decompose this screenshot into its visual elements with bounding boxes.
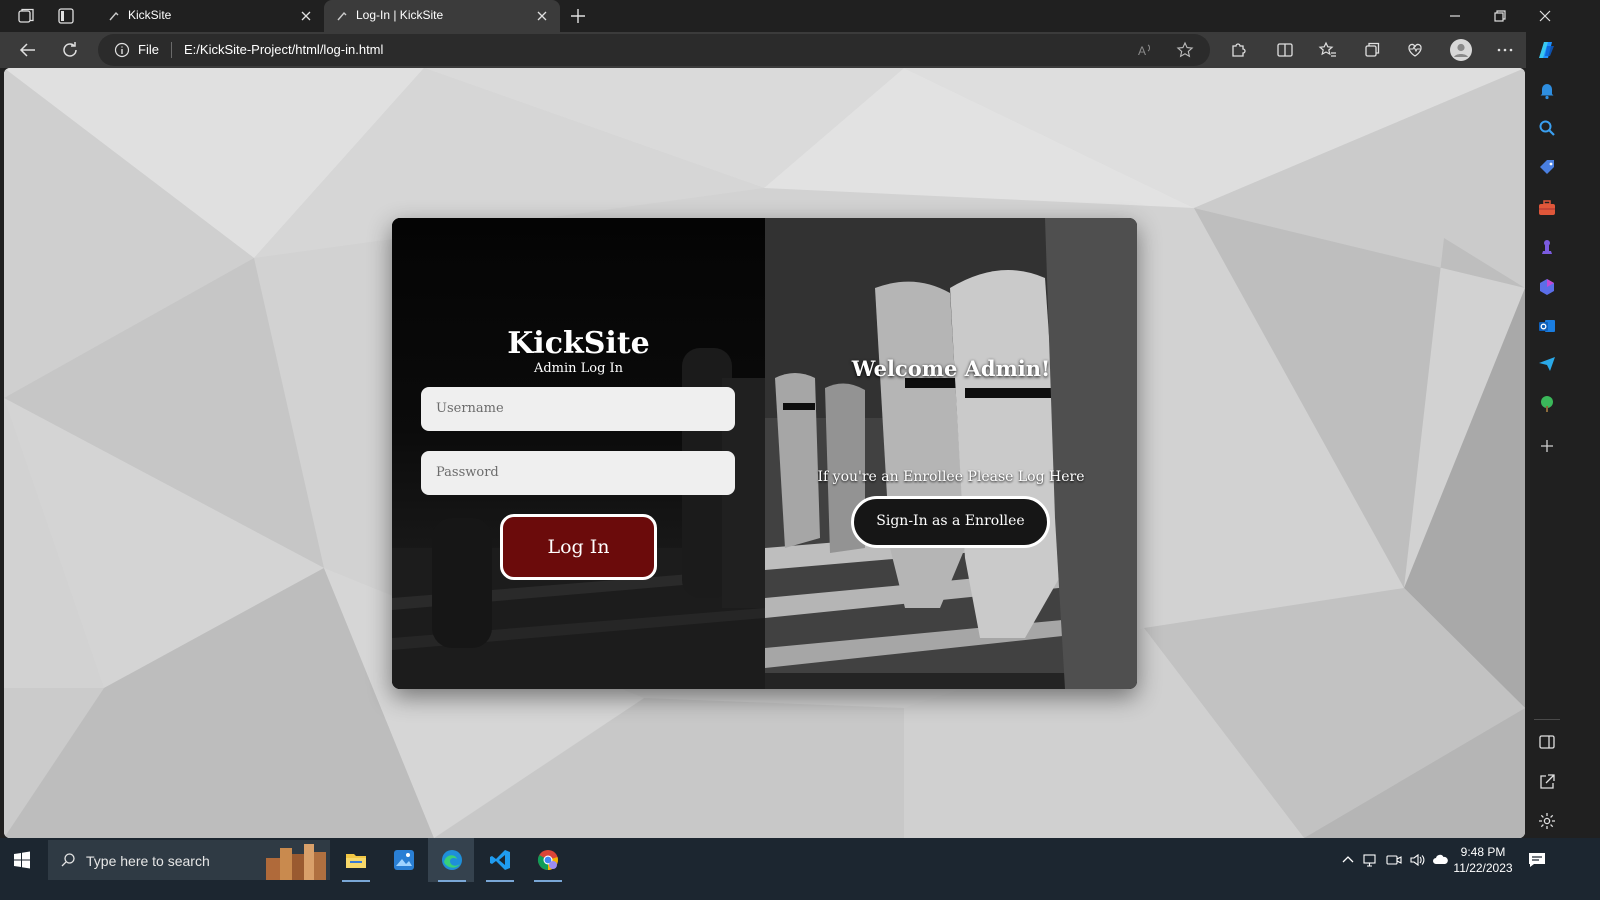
chrome-icon [537, 850, 558, 871]
welcome-heading: Welcome Admin! [851, 356, 1051, 381]
tools-briefcase-icon[interactable] [1537, 198, 1557, 218]
kicksite-favicon-icon [109, 11, 119, 21]
window-edge [1568, 32, 1600, 838]
volume-icon[interactable] [1409, 852, 1425, 868]
file-explorer-icon [346, 854, 366, 868]
svg-text:A: A [1138, 44, 1146, 58]
browser-tab-strip: KickSite Log-In | KickSite [0, 0, 1600, 32]
username-placeholder: Username [436, 401, 504, 416]
profile-avatar-icon[interactable] [1450, 39, 1472, 61]
restore-icon[interactable] [1490, 6, 1510, 26]
tab-log-in-kicksite[interactable]: Log-In | KickSite [324, 0, 560, 32]
clock-time: 9:48 PM [1460, 845, 1506, 859]
username-input[interactable]: Username [421, 387, 735, 431]
admin-login-subtitle: Admin Log In [533, 361, 624, 376]
edge-sidebar [1526, 32, 1568, 838]
address-bar[interactable]: File E:/KickSite-Project/html/log-in.htm… [98, 34, 1210, 66]
shopping-tag-icon[interactable] [1537, 158, 1557, 178]
microsoft-365-icon[interactable] [1537, 277, 1557, 297]
browser-toolbar: File E:/KickSite-Project/html/log-in.htm… [0, 32, 1568, 68]
collections-icon[interactable] [1362, 40, 1382, 60]
games-chess-icon[interactable] [1537, 237, 1557, 257]
clock-date: 11/22/2023 [1453, 861, 1513, 875]
new-tab-icon[interactable] [568, 6, 588, 26]
enrollee-panel: Welcome Admin! If you're an Enrollee Ple… [765, 218, 1137, 689]
taskbar-clock[interactable]: 9:48 PM 11/22/2023 [1446, 844, 1520, 876]
refresh-icon[interactable] [60, 40, 80, 60]
address-divider [171, 42, 172, 58]
drop-send-icon[interactable] [1537, 354, 1557, 374]
extensions-icon[interactable] [1228, 40, 1248, 60]
back-icon[interactable] [18, 40, 38, 60]
running-indicator [342, 880, 370, 882]
show-hidden-icons-chevron-up-icon[interactable] [1340, 852, 1356, 868]
favorites-icon[interactable] [1318, 40, 1338, 60]
tab-title: KickSite [128, 8, 172, 22]
close-tab-icon[interactable] [298, 8, 314, 24]
login-button-label: Log In [547, 536, 610, 558]
taskbar-photos[interactable] [380, 838, 426, 882]
taskbar-chrome[interactable] [524, 838, 570, 882]
workspaces-icon[interactable] [16, 6, 36, 26]
enrollee-prompt: If you're an Enrollee Please Log Here [817, 469, 1085, 485]
tab-actions-icon[interactable] [56, 6, 76, 26]
outlook-icon[interactable] [1537, 316, 1557, 336]
vscode-icon [490, 850, 510, 870]
read-aloud-icon[interactable]: A [1136, 41, 1154, 59]
sidebar-search-icon[interactable] [1537, 118, 1557, 138]
windows-taskbar: Type here to search 9:48 PM 11/22/2023 [0, 838, 1600, 882]
sidebar-settings-gear-icon[interactable] [1537, 811, 1557, 831]
page-viewport: KickSite Admin Log In Username Password … [4, 68, 1525, 838]
close-window-icon[interactable] [1535, 6, 1555, 26]
minimize-icon[interactable] [1445, 6, 1465, 26]
tab-kicksite[interactable]: KickSite [96, 0, 324, 32]
copilot-icon[interactable] [1534, 38, 1558, 62]
enrollee-signin-button[interactable]: Sign-In as a Enrollee [851, 496, 1050, 548]
hide-sidebar-icon[interactable] [1537, 732, 1557, 752]
enrollee-signin-label: Sign-In as a Enrollee [876, 513, 1025, 529]
network-icon[interactable] [1363, 852, 1379, 868]
close-tab-icon[interactable] [534, 8, 550, 24]
more-options-icon[interactable] [1495, 40, 1515, 60]
notification-center-icon[interactable] [1528, 852, 1546, 868]
taskbar-file-explorer[interactable] [332, 838, 378, 882]
url-text[interactable]: E:/KickSite-Project/html/log-in.html [184, 42, 383, 57]
sidebar-divider [1534, 719, 1560, 720]
search-placeholder: Type here to search [86, 853, 210, 869]
site-info-icon[interactable] [114, 42, 130, 58]
karate-class-photo [765, 218, 1137, 689]
taskbar-bottom-strip [0, 882, 1600, 900]
running-indicator [534, 880, 562, 882]
add-sidebar-app-icon[interactable] [1537, 436, 1557, 456]
running-indicator [438, 880, 466, 882]
tree-icon[interactable] [1537, 394, 1557, 414]
notifications-bell-icon[interactable] [1537, 80, 1557, 100]
browser-essentials-icon[interactable] [1405, 40, 1425, 60]
url-scheme-label: File [138, 42, 159, 57]
search-highlight-illustration [266, 844, 326, 880]
taskbar-edge[interactable] [428, 838, 474, 882]
photos-app-icon [394, 850, 414, 870]
taskbar-search-box[interactable]: Type here to search [48, 840, 330, 880]
open-external-icon[interactable] [1537, 772, 1557, 792]
tab-title: Log-In | KickSite [356, 8, 444, 22]
taskbar-vscode[interactable] [476, 838, 522, 882]
split-screen-icon[interactable] [1275, 40, 1295, 60]
edge-browser-icon [442, 850, 462, 870]
camera-icon[interactable] [1386, 852, 1402, 868]
kicksite-favicon-icon [337, 11, 347, 21]
password-input[interactable]: Password [421, 451, 735, 495]
windows-start-icon[interactable] [12, 850, 32, 870]
search-icon [61, 853, 75, 867]
login-card: KickSite Admin Log In Username Password … [392, 218, 1137, 689]
password-placeholder: Password [436, 465, 499, 480]
running-indicator [486, 880, 514, 882]
brand-title: KickSite [507, 326, 650, 361]
login-button[interactable]: Log In [500, 514, 657, 580]
favorite-star-icon[interactable] [1176, 41, 1194, 59]
admin-login-panel: KickSite Admin Log In Username Password … [392, 218, 765, 689]
